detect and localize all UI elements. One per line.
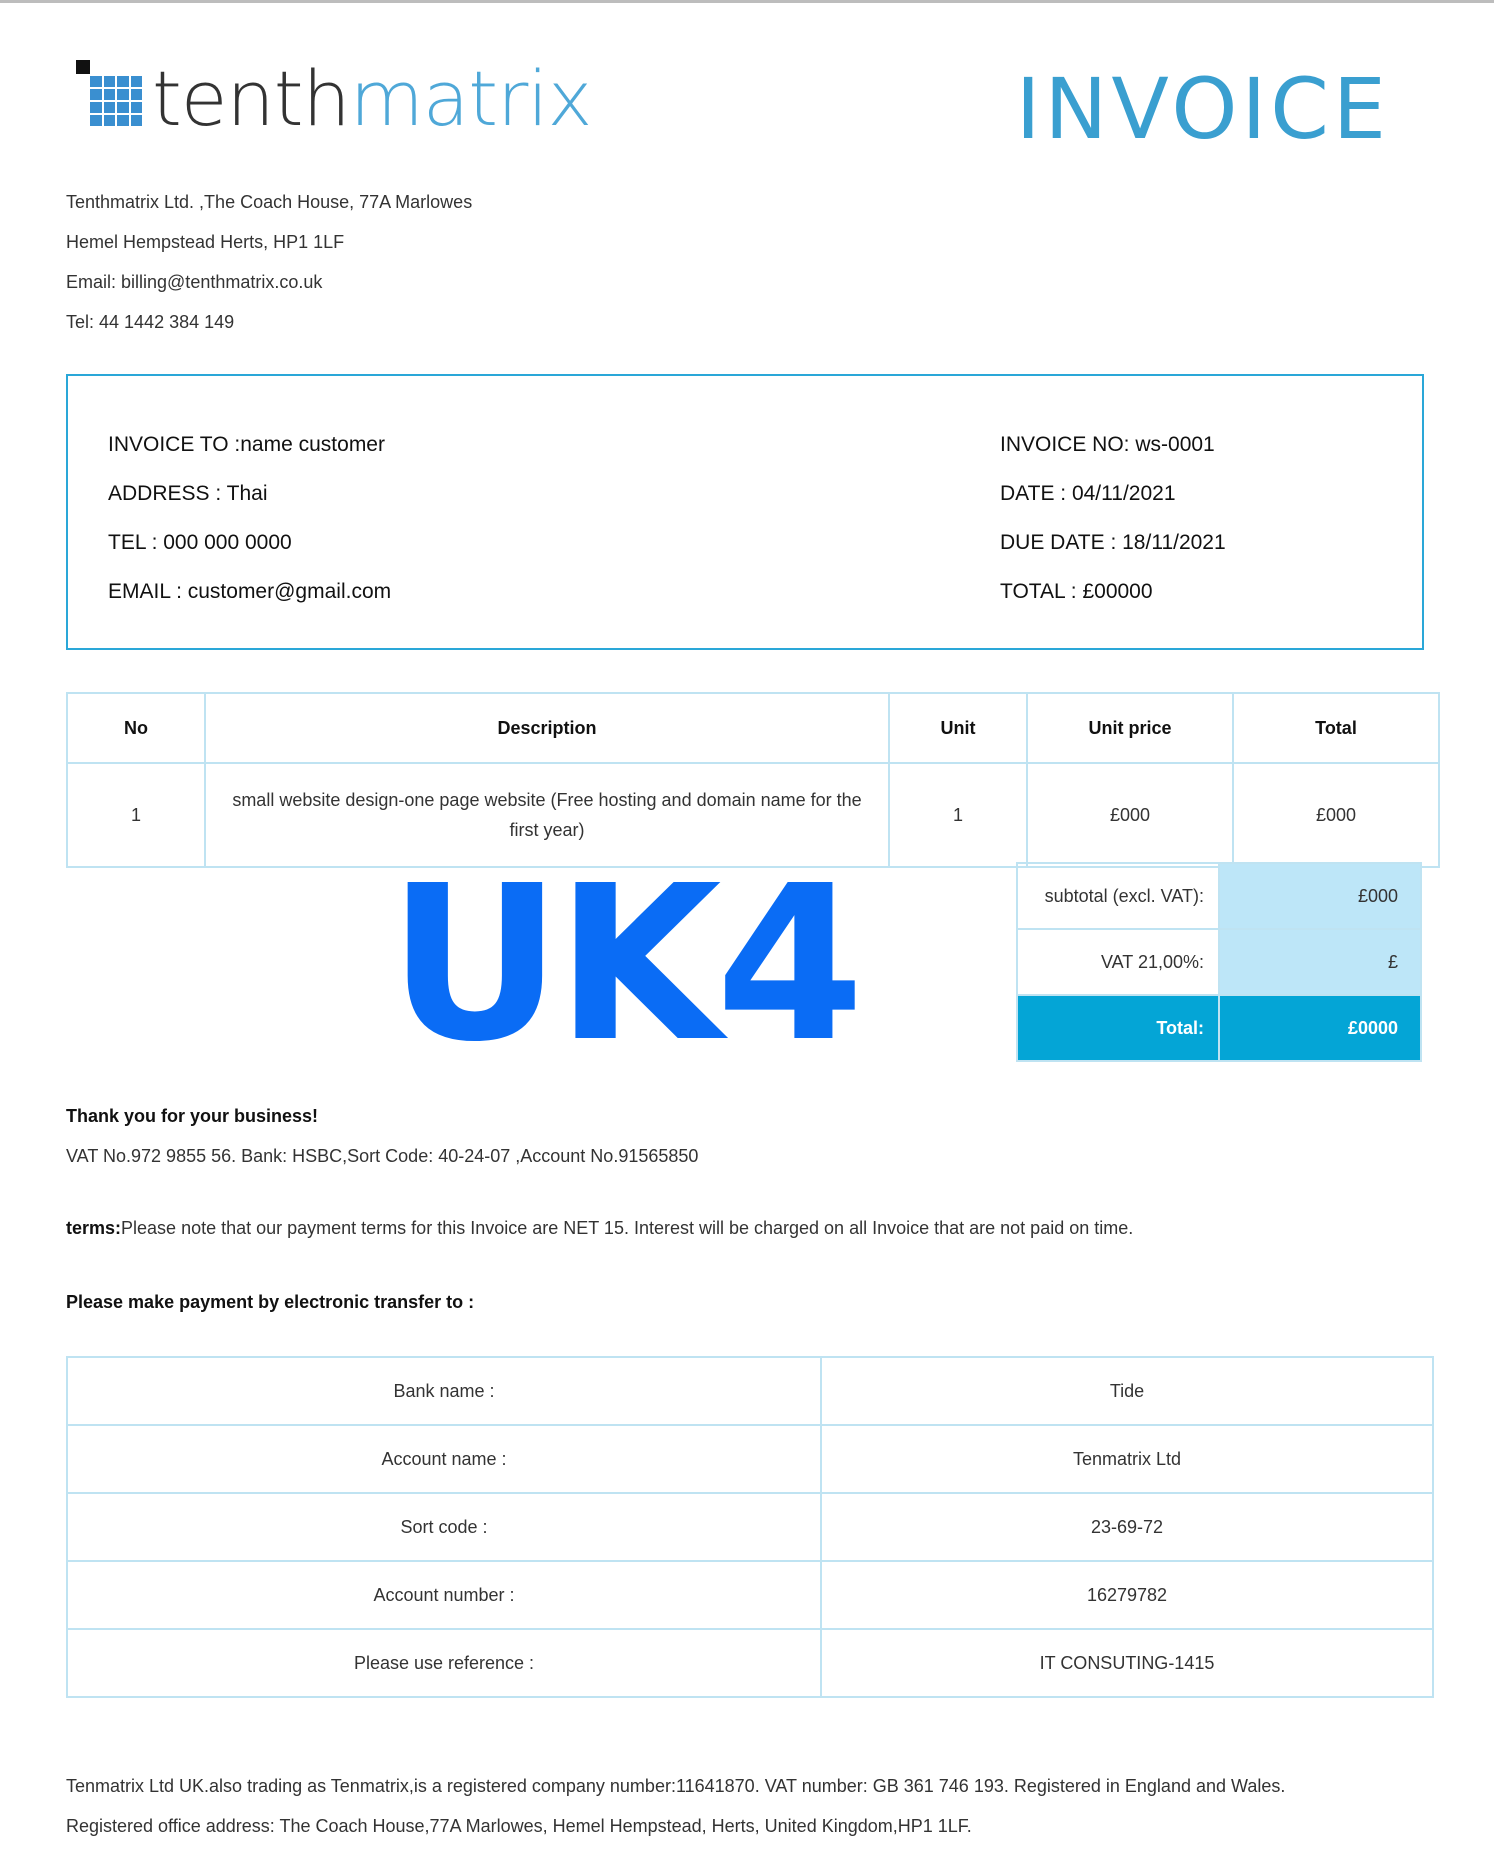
grand-total-value: £0000 (1218, 994, 1422, 1062)
account-name-value: Tenmatrix Ltd (820, 1424, 1434, 1494)
invoice-date: DATE : 04/11/2021 (1000, 482, 1176, 505)
bank-name-label: Bank name : (66, 1356, 822, 1426)
table-row: Account number : 16279782 (66, 1560, 1434, 1630)
header-unit-price: Unit price (1026, 692, 1234, 764)
header-unit: Unit (888, 692, 1028, 764)
footer-line1: Tenmatrix Ltd UK.also trading as Tenmatr… (66, 1776, 1286, 1796)
grand-total-row: Total: £0000 (1016, 994, 1422, 1062)
customer-tel: TEL : 000 000 0000 (108, 531, 292, 554)
account-number-label: Account number : (66, 1560, 822, 1630)
bank-details-table: Bank name : Tide Account name : Tenmatri… (66, 1356, 1434, 1698)
logo-grid-icon (90, 76, 142, 126)
thank-you-note: Thank you for your business! (66, 1106, 319, 1126)
uk4-stamp: UK4 (388, 840, 865, 1089)
table-row: Please use reference : IT CONSUTING-1415 (66, 1628, 1434, 1698)
customer-email: EMAIL : customer@gmail.com (108, 580, 392, 603)
payment-heading: Please make payment by electronic transf… (66, 1292, 475, 1312)
summary-table: subtotal (excl. VAT): £000 VAT 21,00%: £… (1016, 862, 1422, 1062)
table-row: Account name : Tenmatrix Ltd (66, 1424, 1434, 1494)
logo-wordmark: tenthmatrix (152, 54, 592, 143)
company-address-line1: Tenthmatrix Ltd. ,The Coach House, 77A M… (66, 192, 473, 212)
subtotal-label: subtotal (excl. VAT): (1016, 862, 1220, 930)
company-email: Email: billing@tenthmatrix.co.uk (66, 272, 323, 292)
header-no: No (66, 692, 206, 764)
item-unit-price: £000 (1026, 762, 1234, 868)
vat-row: VAT 21,00%: £ (1016, 928, 1422, 996)
payment-terms: terms:Please note that our payment terms… (66, 1218, 1133, 1239)
items-header-row: No Description Unit Unit price Total (66, 692, 1440, 764)
grand-total-label: Total: (1016, 994, 1220, 1062)
company-tel: Tel: 44 1442 384 149 (66, 312, 235, 332)
account-number-value: 16279782 (820, 1560, 1434, 1630)
item-total: £000 (1232, 762, 1440, 868)
invoice-details: INVOICE NO: ws-0001 DATE : 04/11/2021 DU… (1000, 428, 1226, 624)
top-border (0, 0, 1494, 3)
company-address-block: Tenthmatrix Ltd. ,The Coach House, 77A M… (66, 188, 472, 348)
item-unit: 1 (888, 762, 1028, 868)
account-name-label: Account name : (66, 1424, 822, 1494)
sort-code-label: Sort code : (66, 1492, 822, 1562)
terms-label: terms: (66, 1218, 122, 1238)
vat-label: VAT 21,00%: (1016, 928, 1220, 996)
company-address-line2: Hemel Hempstead Herts, HP1 1LF (66, 232, 345, 252)
terms-text: Please note that our payment terms for t… (121, 1218, 1134, 1238)
reference-label: Please use reference : (66, 1628, 822, 1698)
logo-mark-square (76, 60, 90, 74)
document-title: INVOICE (1015, 60, 1390, 158)
bank-name-value: Tide (820, 1356, 1434, 1426)
customer-details: INVOICE TO :name customer ADDRESS : Thai… (108, 428, 391, 624)
subtotal-row: subtotal (excl. VAT): £000 (1016, 862, 1422, 930)
footer-line2: Registered office address: The Coach Hou… (66, 1816, 972, 1836)
invoice-number: INVOICE NO: ws-0001 (1000, 433, 1215, 456)
table-row: Bank name : Tide (66, 1356, 1434, 1426)
customer-info-box: INVOICE TO :name customer ADDRESS : Thai… (66, 374, 1424, 650)
reference-value: IT CONSUTING-1415 (820, 1628, 1434, 1698)
header-description: Description (204, 692, 890, 764)
subtotal-value: £000 (1218, 862, 1422, 930)
item-no: 1 (66, 762, 206, 868)
customer-address: ADDRESS : Thai (108, 482, 268, 505)
vat-value: £ (1218, 928, 1422, 996)
sort-code-value: 23-69-72 (820, 1492, 1434, 1562)
vat-bank-line: VAT No.972 9855 56. Bank: HSBC,Sort Code… (66, 1146, 699, 1166)
invoice-due-date: DUE DATE : 18/11/2021 (1000, 531, 1226, 554)
invoice-total: TOTAL : £00000 (1000, 580, 1153, 603)
table-row: Sort code : 23-69-72 (66, 1492, 1434, 1562)
header-total: Total (1232, 692, 1440, 764)
invoice-to: INVOICE TO :name customer (108, 433, 385, 456)
footer: Tenmatrix Ltd UK.also trading as Tenmatr… (66, 1772, 1285, 1852)
